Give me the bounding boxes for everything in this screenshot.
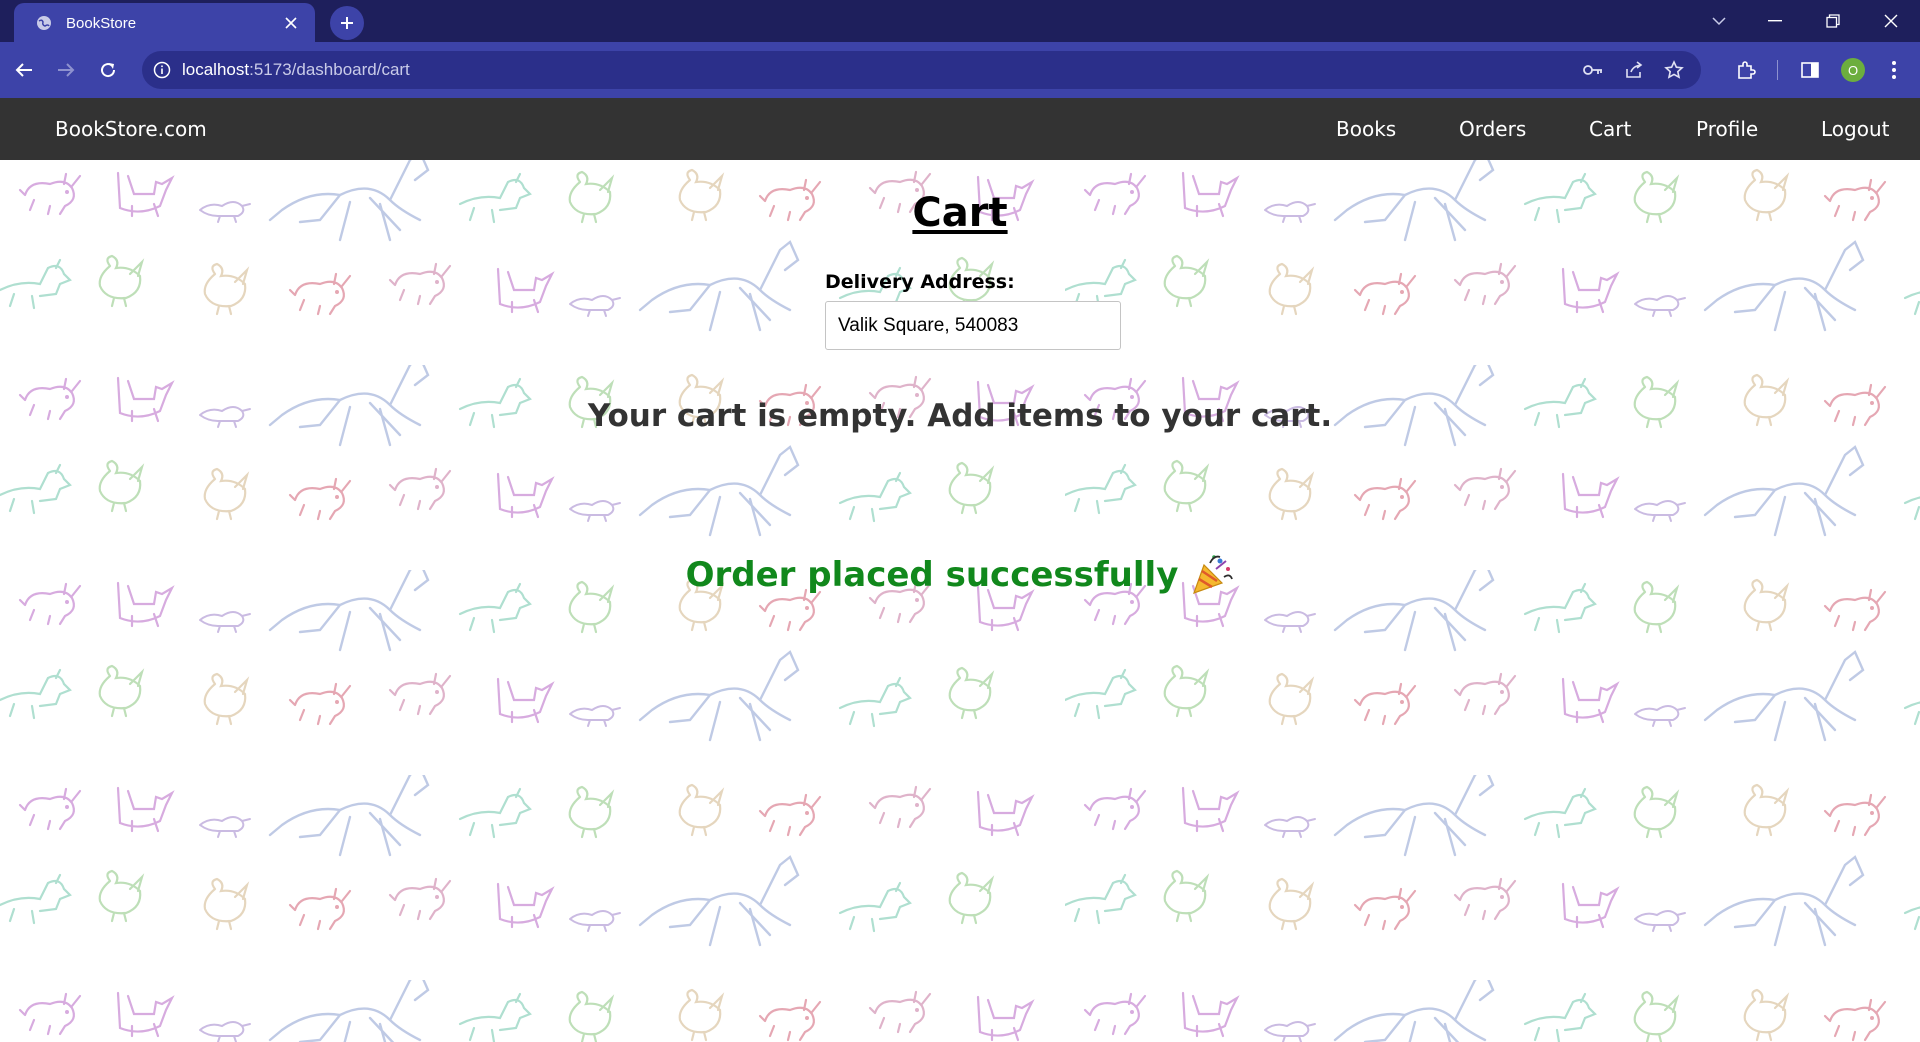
new-tab-button[interactable]	[330, 6, 364, 40]
delivery-address-input[interactable]	[825, 301, 1121, 350]
key-icon[interactable]	[1577, 54, 1609, 86]
page-title: Cart	[912, 190, 1008, 236]
extensions-icon[interactable]	[1730, 54, 1762, 86]
delivery-address-label: Delivery Address:	[825, 271, 1015, 293]
avatar: O	[1841, 58, 1865, 82]
tab-title: BookStore	[66, 14, 137, 32]
restore-icon[interactable]	[1810, 0, 1856, 42]
nav-link-books[interactable]: Books	[1336, 98, 1396, 160]
nav-link-cart[interactable]: Cart	[1589, 98, 1631, 160]
site-navbar: BookStore.com Books Orders Cart Profile …	[0, 98, 1920, 160]
side-panel-icon[interactable]	[1794, 54, 1826, 86]
close-tab-icon[interactable]	[279, 11, 303, 35]
order-success-message: Order placed successfully	[0, 553, 1920, 597]
party-popper-icon	[1190, 553, 1234, 597]
url-host: localhost	[182, 60, 250, 79]
nav-link-orders[interactable]: Orders	[1459, 98, 1526, 160]
back-arrow-icon[interactable]	[8, 54, 40, 86]
tab-search-icon[interactable]	[1696, 0, 1742, 42]
site-info-icon[interactable]	[152, 60, 172, 80]
url-text: localhost:5173/dashboard/cart	[182, 60, 410, 80]
brand-link[interactable]: BookStore.com	[55, 98, 207, 160]
nav-link-logout[interactable]: Logout	[1821, 98, 1889, 160]
minimize-icon[interactable]	[1752, 0, 1798, 42]
empty-cart-message: Your cart is empty. Add items to your ca…	[587, 398, 1333, 434]
more-menu-icon[interactable]	[1878, 54, 1910, 86]
profile-button[interactable]: O	[1837, 54, 1869, 86]
bookmark-star-icon[interactable]	[1658, 54, 1690, 86]
close-window-icon[interactable]	[1868, 0, 1914, 42]
nav-link-profile[interactable]: Profile	[1696, 98, 1758, 160]
order-success-text: Order placed successfully	[685, 555, 1179, 595]
browser-title-bar: BookStore	[0, 0, 1920, 43]
page-viewport: BookStore.com Books Orders Cart Profile …	[0, 98, 1920, 1042]
browser-toolbar: localhost:5173/dashboard/cart O	[0, 42, 1920, 98]
url-path: :5173/dashboard/cart	[249, 60, 410, 79]
address-bar[interactable]: localhost:5173/dashboard/cart	[142, 51, 1701, 89]
reload-icon[interactable]	[92, 54, 124, 86]
browser-tab[interactable]: BookStore	[14, 3, 315, 43]
share-icon[interactable]	[1618, 54, 1650, 86]
toolbar-divider	[1777, 60, 1778, 80]
forward-arrow-icon[interactable]	[50, 54, 82, 86]
globe-icon	[36, 15, 52, 31]
